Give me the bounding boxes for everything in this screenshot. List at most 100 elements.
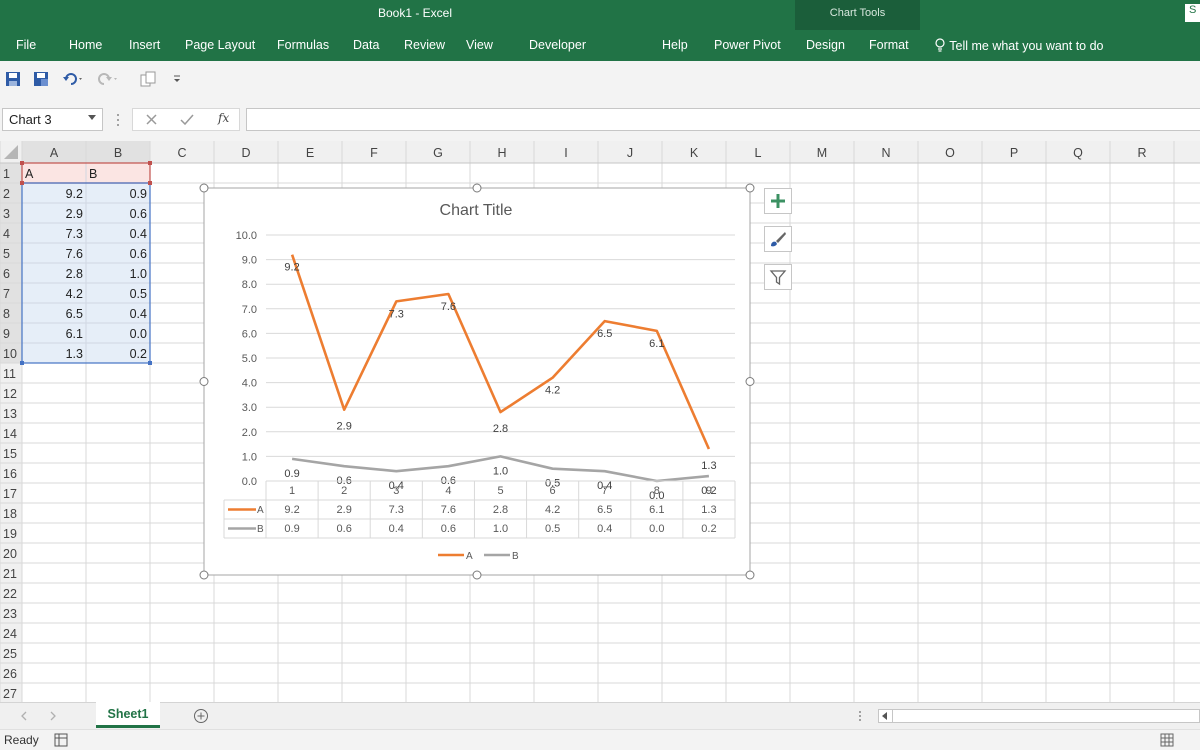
row-header-21[interactable]: 21: [3, 567, 17, 581]
enter-icon[interactable]: [180, 113, 194, 126]
cell-A10[interactable]: 1.3: [66, 347, 83, 361]
row-header-18[interactable]: 18: [3, 507, 17, 521]
column-header-H[interactable]: H: [497, 146, 506, 160]
cell-B7[interactable]: 0.5: [130, 287, 147, 301]
column-header-B[interactable]: B: [114, 146, 122, 160]
row-header-13[interactable]: 13: [3, 407, 17, 421]
row-header-11[interactable]: 11: [3, 367, 16, 381]
tab-home[interactable]: Home: [69, 38, 102, 52]
tab-view[interactable]: View: [466, 38, 493, 52]
column-header-M[interactable]: M: [817, 146, 827, 160]
row-header-12[interactable]: 12: [3, 387, 17, 401]
column-header-I[interactable]: I: [564, 146, 567, 160]
tab-design[interactable]: Design: [806, 38, 845, 52]
row-header-9[interactable]: 9: [3, 327, 10, 341]
row-header-5[interactable]: 5: [3, 247, 10, 261]
formula-input[interactable]: [246, 108, 1200, 131]
add-sheet-icon[interactable]: [193, 708, 209, 724]
column-header-P[interactable]: P: [1010, 146, 1018, 160]
tab-power-pivot[interactable]: Power Pivot: [714, 38, 781, 52]
column-header-F[interactable]: F: [370, 146, 378, 160]
cell-B4[interactable]: 0.4: [130, 227, 147, 241]
row-header-16[interactable]: 16: [3, 467, 17, 481]
tab-review[interactable]: Review: [404, 38, 445, 52]
sign-in-button[interactable]: S: [1185, 4, 1200, 22]
tab-insert[interactable]: Insert: [129, 38, 160, 52]
macro-record-icon[interactable]: [54, 733, 68, 747]
cell-A9[interactable]: 6.1: [66, 327, 83, 341]
cell-B9[interactable]: 0.0: [130, 327, 147, 341]
redo-icon[interactable]: [97, 71, 119, 87]
cell-A4[interactable]: 7.3: [66, 227, 83, 241]
column-header-C[interactable]: C: [177, 146, 186, 160]
column-header-A[interactable]: A: [50, 146, 59, 160]
copy-icon[interactable]: [139, 70, 157, 88]
cell-B8[interactable]: 0.4: [130, 307, 147, 321]
row-header-24[interactable]: 24: [3, 627, 17, 641]
tab-format[interactable]: Format: [869, 38, 909, 52]
prev-sheet-icon[interactable]: [20, 711, 28, 721]
row-header-3[interactable]: 3: [3, 207, 10, 221]
column-header-D[interactable]: D: [241, 146, 250, 160]
row-header-20[interactable]: 20: [3, 547, 17, 561]
row-header-23[interactable]: 23: [3, 607, 17, 621]
row-header-19[interactable]: 19: [3, 527, 17, 541]
sheet-tab-sheet1[interactable]: Sheet1: [96, 702, 160, 728]
column-header-G[interactable]: G: [433, 146, 443, 160]
row-header-26[interactable]: 26: [3, 667, 17, 681]
tab-file[interactable]: File: [16, 38, 36, 52]
cell-A1[interactable]: A: [25, 167, 34, 181]
row-header-2[interactable]: 2: [3, 187, 10, 201]
chart-styles-button[interactable]: [764, 226, 792, 252]
save-icon[interactable]: [5, 71, 21, 87]
column-header-N[interactable]: N: [881, 146, 890, 160]
cell-B10[interactable]: 0.2: [130, 347, 147, 361]
cell-B5[interactable]: 0.6: [130, 247, 147, 261]
cell-A8[interactable]: 6.5: [66, 307, 83, 321]
normal-view-icon[interactable]: [1160, 733, 1174, 747]
cell-B6[interactable]: 1.0: [130, 267, 147, 281]
cell-A3[interactable]: 2.9: [66, 207, 83, 221]
chart-filters-button[interactable]: [764, 264, 792, 290]
scroll-left-button[interactable]: [879, 710, 893, 722]
row-header-22[interactable]: 22: [3, 587, 17, 601]
row-header-8[interactable]: 8: [3, 307, 10, 321]
row-header-14[interactable]: 14: [3, 427, 17, 441]
tab-developer[interactable]: Developer: [529, 38, 586, 52]
row-header-10[interactable]: 10: [3, 347, 17, 361]
column-header-R[interactable]: R: [1137, 146, 1146, 160]
column-header-J[interactable]: J: [627, 146, 633, 160]
row-header-15[interactable]: 15: [3, 447, 17, 461]
cell-B3[interactable]: 0.6: [130, 207, 147, 221]
row-header-27[interactable]: 27: [3, 687, 17, 701]
tab-splitter-icon[interactable]: [858, 710, 862, 722]
chart-elements-button[interactable]: [764, 188, 792, 214]
horizontal-scrollbar[interactable]: [878, 709, 1200, 723]
row-header-7[interactable]: 7: [3, 287, 10, 301]
tab-formulas[interactable]: Formulas: [277, 38, 329, 52]
cell-A2[interactable]: 9.2: [66, 187, 83, 201]
cell-A7[interactable]: 4.2: [66, 287, 83, 301]
column-header-Q[interactable]: Q: [1073, 146, 1083, 160]
column-header-O[interactable]: O: [945, 146, 955, 160]
row-header-17[interactable]: 17: [3, 487, 17, 501]
undo-icon[interactable]: [62, 71, 84, 87]
column-header-K[interactable]: K: [690, 146, 699, 160]
tell-me-box[interactable]: Tell me what you want to do: [934, 38, 1104, 53]
tab-data[interactable]: Data: [353, 38, 379, 52]
row-header-6[interactable]: 6: [3, 267, 10, 281]
row-header-4[interactable]: 4: [3, 227, 10, 241]
save-as-icon[interactable]: [33, 71, 49, 87]
cell-B2[interactable]: 0.9: [130, 187, 147, 201]
row-header-25[interactable]: 25: [3, 647, 17, 661]
cancel-icon[interactable]: [145, 113, 158, 126]
name-box-dropdown-icon[interactable]: [88, 115, 96, 120]
tab-page-layout[interactable]: Page Layout: [185, 38, 255, 52]
row-header-1[interactable]: 1: [3, 167, 10, 181]
column-header-L[interactable]: L: [755, 146, 762, 160]
worksheet-grid[interactable]: A B C D E F G H I J K L M N O P Q R 1 2 3 4 5 6 7 8 9 10 11 12 13 14 15 1…: [0, 141, 1200, 704]
customize-icon[interactable]: [172, 75, 182, 83]
column-header-E[interactable]: E: [306, 146, 314, 160]
insert-function-icon[interactable]: fx: [218, 111, 229, 125]
tab-help[interactable]: Help: [662, 38, 688, 52]
